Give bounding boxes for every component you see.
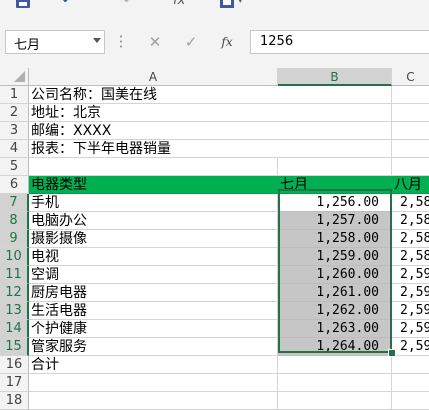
cell-a1[interactable]: 公司名称：国美在线 [29, 86, 278, 104]
column-header-c[interactable]: C [392, 68, 429, 86]
cancel-edit-button[interactable]: ✕ [144, 31, 166, 53]
cell-a17[interactable] [29, 374, 278, 392]
cell-c1[interactable] [392, 86, 429, 104]
row-header[interactable]: 1 [0, 86, 29, 104]
column-header-b[interactable]: B [278, 68, 392, 86]
cell-b5[interactable] [278, 158, 392, 176]
cell-c13[interactable]: 2,59 [392, 302, 429, 320]
cell-c8[interactable]: 2,58 [392, 212, 429, 230]
insert-function-button[interactable]: fx [216, 31, 238, 53]
cell-c6[interactable]: 八月 [392, 176, 429, 194]
row-header[interactable]: 5 [0, 158, 29, 176]
cell-c10[interactable]: 2,58 [392, 248, 429, 266]
cell-a8[interactable]: 电脑办公 [29, 212, 278, 230]
row-header[interactable]: 2 [0, 104, 29, 122]
cell-c12[interactable]: 2,59 [392, 284, 429, 302]
formula-value: 1256 [260, 34, 294, 49]
formula-bar: 七月 ✕ ✓ fx 1256 [0, 22, 429, 68]
cell-a10[interactable]: 电视 [29, 248, 278, 266]
cell-b16[interactable] [278, 356, 392, 374]
cell-a9[interactable]: 摄影摄像 [29, 230, 278, 248]
cell-b7[interactable]: 1,256.00 [278, 194, 392, 212]
cell-c5[interactable] [392, 158, 429, 176]
chart-icon[interactable] [220, 0, 234, 8]
cell-a11[interactable]: 空调 [29, 266, 278, 284]
cell-b1[interactable] [278, 86, 392, 104]
row-header[interactable]: 9 [0, 230, 29, 248]
chevron-down-icon[interactable] [93, 38, 101, 43]
cell-c15[interactable]: 2,59 [392, 338, 429, 356]
row-header[interactable]: 11 [0, 266, 29, 284]
cell-a16[interactable]: 合计 [29, 356, 278, 374]
row-header[interactable]: 10 [0, 248, 29, 266]
column-header-a[interactable]: A [29, 68, 278, 86]
toolbar-grip[interactable] [120, 34, 122, 50]
cell-c18[interactable] [392, 392, 429, 410]
cell-b14[interactable]: 1,263.00 [278, 320, 392, 338]
fill-handle[interactable] [388, 349, 396, 357]
cell-b3[interactable] [278, 122, 392, 140]
cell-b9[interactable]: 1,258.00 [278, 230, 392, 248]
cell-b8[interactable]: 1,257.00 [278, 212, 392, 230]
cell-b6[interactable]: 七月 [278, 176, 392, 194]
cell-b10[interactable]: 1,259.00 [278, 248, 392, 266]
cell-a13[interactable]: 生活电器 [29, 302, 278, 320]
row-header[interactable]: 15 [0, 338, 29, 356]
spreadsheet-grid[interactable]: A B C 1 公司名称：国美在线 2 地址：北京 3 邮编：XXXX 4 报表：下半年电器销… [0, 68, 429, 410]
cell-c2[interactable] [392, 104, 429, 122]
cell-a15[interactable]: 管家服务 [29, 338, 278, 356]
row-header[interactable]: 13 [0, 302, 29, 320]
quick-access-toolbar: ↶ ˅ ↷ ˅ fx ▾ [0, 0, 429, 22]
row-header[interactable]: 7 [0, 194, 29, 212]
cell-b17[interactable] [278, 374, 392, 392]
insert-function-icon[interactable]: fx [173, 0, 191, 8]
enter-edit-button[interactable]: ✓ [180, 31, 202, 53]
row-header[interactable]: 8 [0, 212, 29, 230]
cell-a4[interactable]: 报表：下半年电器销量 [29, 140, 278, 158]
cell-c11[interactable]: 2,59 [392, 266, 429, 284]
row-header[interactable]: 12 [0, 284, 29, 302]
cell-c9[interactable]: 2,58 [392, 230, 429, 248]
name-box[interactable]: 七月 [5, 30, 105, 54]
row-header[interactable]: 16 [0, 356, 29, 374]
row-header[interactable]: 17 [0, 374, 29, 392]
cell-a7[interactable]: 手机 [29, 194, 278, 212]
cell-c3[interactable] [392, 122, 429, 140]
undo-icon[interactable]: ↶ ˅ [62, 0, 102, 8]
cell-a2[interactable]: 地址：北京 [29, 104, 278, 122]
cell-b18[interactable] [278, 392, 392, 410]
row-header[interactable]: 14 [0, 320, 29, 338]
formula-input[interactable]: 1256 [250, 30, 429, 54]
select-all-button[interactable] [0, 68, 29, 86]
cell-a5[interactable] [29, 158, 278, 176]
cell-a3[interactable]: 邮编：XXXX [29, 122, 278, 140]
cell-a12[interactable]: 厨房电器 [29, 284, 278, 302]
cell-a6[interactable]: 电器类型 [29, 176, 278, 194]
cell-b13[interactable]: 1,262.00 [278, 302, 392, 320]
cell-c17[interactable] [392, 374, 429, 392]
cell-a18[interactable] [29, 392, 278, 410]
cell-c4[interactable] [392, 140, 429, 158]
chevron-down-icon[interactable]: ▾ [238, 0, 248, 8]
row-header[interactable]: 6 [0, 176, 29, 194]
cell-b4[interactable] [278, 140, 392, 158]
cell-c16[interactable] [392, 356, 429, 374]
cell-c7[interactable]: 2,58 [392, 194, 429, 212]
cell-b2[interactable] [278, 104, 392, 122]
row-header[interactable]: 3 [0, 122, 29, 140]
cell-b12[interactable]: 1,261.00 [278, 284, 392, 302]
row-header[interactable]: 18 [0, 392, 29, 410]
row-header[interactable]: 4 [0, 140, 29, 158]
name-box-value: 七月 [14, 38, 41, 53]
cell-b15[interactable]: 1,264.00 [278, 338, 392, 356]
cell-a14[interactable]: 个护健康 [29, 320, 278, 338]
cell-b11[interactable]: 1,260.00 [278, 266, 392, 284]
redo-icon[interactable]: ↷ ˅ [118, 0, 148, 8]
cell-c14[interactable]: 2,59 [392, 320, 429, 338]
save-icon[interactable] [16, 0, 30, 8]
